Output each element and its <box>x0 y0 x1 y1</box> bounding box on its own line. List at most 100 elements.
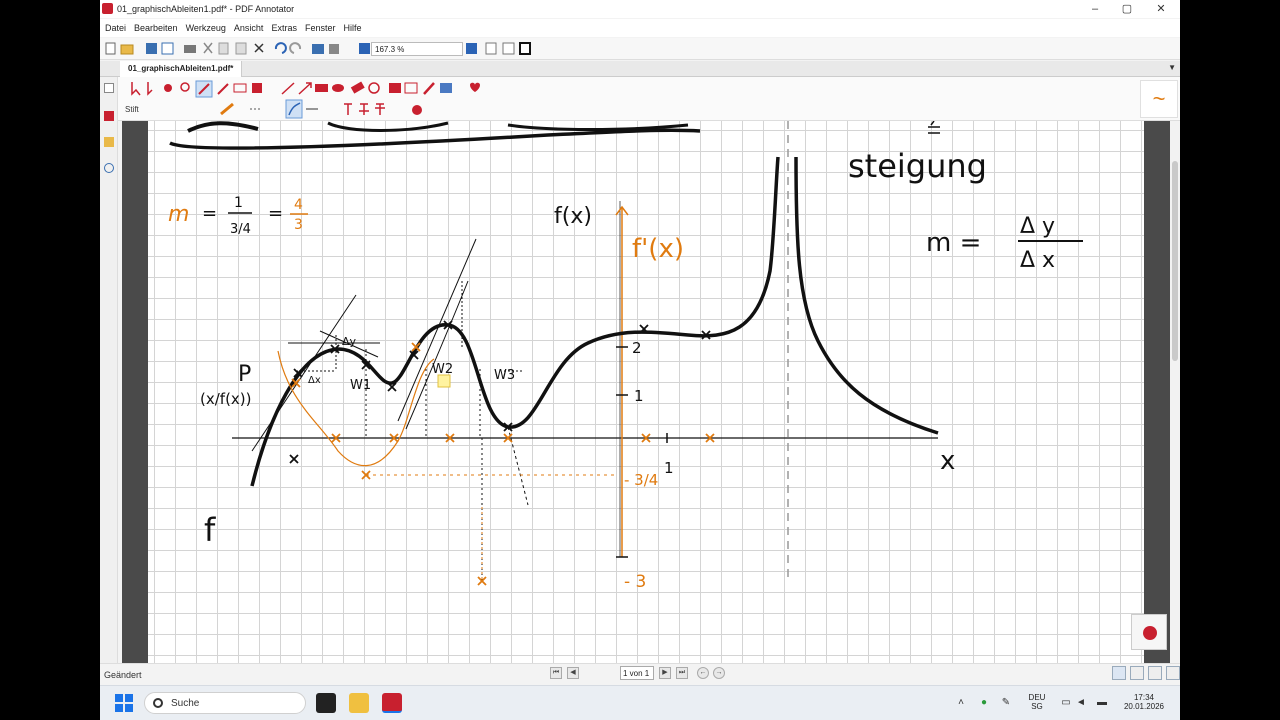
pdf-annotator-taskbar-icon[interactable] <box>382 693 402 713</box>
paste-icon[interactable] <box>235 42 247 55</box>
annotations-panel-icon[interactable] <box>104 111 114 121</box>
undo-icon[interactable] <box>274 42 287 54</box>
delete-icon[interactable] <box>254 43 264 53</box>
marker-icon[interactable] <box>217 83 229 95</box>
network-icon[interactable]: ▭ <box>1060 697 1072 709</box>
minimize-button[interactable]: – <box>1088 2 1102 16</box>
attachments-panel-icon[interactable] <box>104 163 114 173</box>
select-arrow-icon[interactable] <box>131 82 141 96</box>
rectangle-icon[interactable] <box>315 84 328 92</box>
menu-hilfe[interactable]: Hilfe <box>338 19 364 33</box>
menu-extras[interactable]: Extras <box>266 19 300 33</box>
zoom-level-field[interactable]: 167.3 % <box>371 42 463 56</box>
next-page-button[interactable]: ▶ <box>659 667 671 679</box>
left-side-panel <box>100 77 118 663</box>
single-page-icon[interactable] <box>485 42 497 55</box>
menu-fenster[interactable]: Fenster <box>300 19 339 33</box>
fullscreen-icon[interactable] <box>519 42 531 55</box>
menu-werkzeug[interactable]: Werkzeug <box>181 19 229 33</box>
redo-icon[interactable] <box>289 42 302 54</box>
menu-bar: Datei Bearbeiten Werkzeug Ansicht Extras Fens… <box>100 19 1180 37</box>
microphone-icon[interactable]: ● <box>978 697 990 709</box>
magnifier-icon[interactable] <box>180 82 190 92</box>
zoom-out-icon[interactable] <box>359 43 370 54</box>
save-as-icon[interactable] <box>161 42 174 55</box>
main-toolbar-icons <box>105 42 531 55</box>
menu-ansicht[interactable]: Ansicht <box>229 19 267 33</box>
task-view-icon[interactable] <box>316 693 336 713</box>
two-page-continuous-view-button[interactable] <box>1166 666 1180 680</box>
zoom-in-icon[interactable] <box>466 43 477 54</box>
text-tool-icon[interactable] <box>344 103 352 115</box>
zoom-tool-icon[interactable] <box>329 44 339 54</box>
select-area-icon[interactable] <box>147 82 153 96</box>
copy-icon[interactable] <box>218 42 229 55</box>
pen-menu-icon[interactable]: ✎ <box>1000 697 1012 709</box>
text-strike-icon[interactable] <box>359 103 369 115</box>
single-page-view-button[interactable] <box>1112 666 1126 680</box>
continuous-view-button[interactable] <box>1130 666 1144 680</box>
eraser-icon[interactable] <box>350 81 365 94</box>
delta-x-text: Δ x <box>1020 248 1055 273</box>
windows-start-icon[interactable] <box>115 694 133 712</box>
maximize-button[interactable]: ▢ <box>1120 2 1134 16</box>
clock[interactable]: 17:34 20.01.2026 <box>1120 693 1168 711</box>
file-explorer-icon[interactable] <box>349 693 369 713</box>
line-icon[interactable] <box>281 82 295 95</box>
main-toolbar <box>100 38 1180 60</box>
camera-icon[interactable] <box>389 83 401 93</box>
prev-page-button[interactable]: ◀ <box>567 667 579 679</box>
open-folder-icon[interactable] <box>120 44 134 55</box>
close-button[interactable]: ✕ <box>1154 2 1168 16</box>
w3-label: W3 <box>494 368 515 383</box>
tab-document[interactable]: 01_graphischAbleiten1.pdf* <box>120 61 243 77</box>
highlighter-icon[interactable] <box>423 82 435 95</box>
last-page-button[interactable]: ⏭ <box>676 667 688 679</box>
favorites-heart-icon[interactable] <box>470 82 480 92</box>
scrollbar-thumb[interactable] <box>1172 161 1178 361</box>
cut-icon[interactable] <box>203 42 213 54</box>
stamp-icon[interactable] <box>252 83 262 93</box>
volume-icon[interactable]: ◄ <box>1075 697 1087 709</box>
taskbar-search-box[interactable]: Suche <box>144 692 306 714</box>
text-box-icon[interactable] <box>233 83 247 93</box>
pages-panel-icon[interactable] <box>104 83 114 93</box>
pen-color-swatch[interactable] <box>220 102 234 116</box>
slope-m-text: m = <box>926 228 981 258</box>
floating-tool-button[interactable] <box>1131 614 1167 650</box>
bookmarks-panel-icon[interactable] <box>104 137 114 147</box>
two-page-view-button[interactable] <box>1148 666 1162 680</box>
back-button[interactable]: ← <box>697 667 709 679</box>
text-underline-icon[interactable] <box>375 103 385 115</box>
arrow-icon[interactable] <box>298 82 312 95</box>
input-language[interactable]: DEU SG <box>1026 693 1048 711</box>
binoculars-icon[interactable] <box>312 44 324 54</box>
heading-underline <box>169 128 701 150</box>
tab-list-dropdown-icon[interactable]: ▼ <box>1168 63 1176 72</box>
page-number-field[interactable]: 1 von 1 <box>620 666 654 680</box>
battery-icon[interactable]: ▬ <box>1096 697 1108 709</box>
image-insert-icon[interactable] <box>440 83 452 93</box>
menu-bearbeiten[interactable]: Bearbeiten <box>129 19 181 33</box>
print-icon[interactable] <box>184 45 196 53</box>
new-document-icon[interactable] <box>105 42 116 55</box>
save-icon[interactable] <box>146 43 157 54</box>
delta-x-small: Δx <box>308 375 321 386</box>
ellipse-icon[interactable] <box>332 84 344 92</box>
first-page-button[interactable]: ⏮ <box>550 667 562 679</box>
hand-tool-icon[interactable] <box>164 84 172 92</box>
x-tick-1: 1 <box>664 459 674 477</box>
show-hidden-icons[interactable]: ˄ <box>955 697 967 709</box>
function-f-curve <box>250 156 780 487</box>
crop-icon[interactable] <box>404 82 418 94</box>
y-tick-2: 2 <box>632 339 642 357</box>
menu-datei[interactable]: Datei <box>100 19 129 33</box>
pdf-page[interactable]: steigung m = Δ y Δ x m = 1 3/4 = 4 3 f(x… <box>148 121 1144 663</box>
color-palette-icon[interactable] <box>412 105 422 115</box>
fit-width-icon[interactable] <box>502 42 515 55</box>
forward-button[interactable]: → <box>713 667 725 679</box>
lasso-icon[interactable] <box>368 82 380 94</box>
stroke-preview[interactable]: ~ <box>1140 80 1178 118</box>
vertical-scrollbar[interactable] <box>1170 121 1180 663</box>
f-prime-label: f'(x) <box>632 234 684 264</box>
